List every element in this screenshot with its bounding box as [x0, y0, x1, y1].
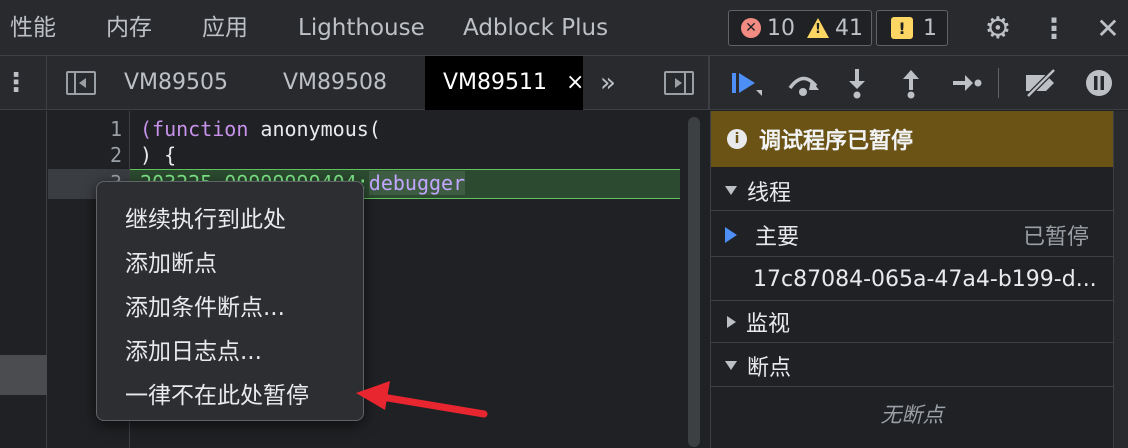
deactivate-breakpoints-icon[interactable]	[1016, 56, 1066, 110]
divider	[998, 68, 999, 98]
current-thread-arrow-icon	[725, 226, 737, 243]
paused-banner: i 调试程序已暂停	[711, 111, 1113, 167]
file-tab-vm89508[interactable]: VM89508	[283, 56, 387, 110]
thread-worker[interactable]: 17c87084-065a-47a4-b199-d...	[711, 259, 1113, 301]
warning-count: 41	[835, 15, 863, 41]
sidebar-scrollbar[interactable]	[1113, 111, 1128, 448]
collapsed-triangle-icon	[727, 315, 736, 328]
toggle-navigator-icon[interactable]	[64, 64, 98, 102]
section-breakpoints-label: 断点	[747, 355, 792, 381]
console-counters[interactable]: ✕ 10 ! 41	[728, 10, 872, 46]
expanded-triangle-icon	[725, 361, 737, 370]
step-into-icon[interactable]	[832, 56, 882, 110]
line-number[interactable]: 2	[48, 143, 122, 167]
code-line-2: ) {	[140, 143, 177, 167]
issues-counter[interactable]: ! 1	[876, 10, 948, 46]
file-tab-label: VM89511	[443, 70, 548, 95]
code-line-1: (function anonymous(	[140, 117, 381, 141]
debugger-statement: debugger	[368, 171, 466, 195]
divider	[46, 56, 47, 110]
line-number[interactable]: 1	[48, 117, 122, 141]
menu-continue-to-here[interactable]: 继续执行到此处	[125, 200, 286, 234]
info-icon: i	[727, 129, 747, 149]
thread-worker-label: 17c87084-065a-47a4-b199-d...	[753, 267, 1097, 292]
gutter-context-menu: 继续执行到此处 添加断点 添加条件断点... 添加日志点... 一律不在此处暂停	[96, 181, 364, 421]
menu-add-conditional-breakpoint[interactable]: 添加条件断点...	[125, 288, 285, 322]
annotation-arrow-icon	[356, 381, 488, 418]
thread-main[interactable]: 主要 已暂停	[711, 213, 1113, 257]
file-tab-vm89505[interactable]: VM89505	[124, 56, 228, 110]
tab-application[interactable]: 应用	[202, 0, 248, 56]
section-breakpoints[interactable]: 断点	[711, 345, 1113, 387]
more-options-icon[interactable]: ⋮	[1034, 8, 1074, 48]
settings-gear-icon[interactable]: ⚙	[978, 8, 1018, 48]
toggle-debugger-icon[interactable]	[662, 64, 696, 102]
menu-never-pause-here[interactable]: 一律不在此处暂停	[125, 376, 309, 410]
step-out-icon[interactable]	[886, 56, 936, 110]
menu-add-logpoint[interactable]: 添加日志点...	[125, 332, 262, 366]
tab-memory[interactable]: 内存	[106, 0, 152, 56]
issue-count: 1	[923, 15, 937, 41]
divider	[708, 56, 710, 110]
resume-icon[interactable]	[720, 56, 770, 110]
step-over-icon[interactable]	[778, 56, 828, 110]
tab-adblock-plus[interactable]: Adblock Plus	[463, 0, 608, 56]
close-devtools-icon[interactable]: ✕	[1088, 8, 1128, 48]
tab-lighthouse[interactable]: Lighthouse	[298, 0, 425, 56]
issue-icon: !	[891, 17, 913, 39]
navigator-sidebar[interactable]	[0, 111, 47, 448]
tab-performance[interactable]: 性能	[10, 0, 56, 56]
navigator-menu-icon[interactable]: ⋮	[3, 64, 29, 102]
menu-add-breakpoint[interactable]: 添加断点	[125, 244, 217, 278]
devtools-top-bar: 性能 内存 应用 Lighthouse Adblock Plus ✕ 10 ! …	[0, 0, 1128, 56]
pause-on-exceptions-icon[interactable]	[1074, 56, 1124, 110]
thread-main-label: 主要	[755, 224, 800, 250]
step-icon[interactable]	[942, 56, 992, 110]
section-threads-label: 线程	[747, 180, 792, 206]
close-tab-icon[interactable]: ×	[566, 70, 584, 95]
no-breakpoints-message: 无断点	[880, 403, 944, 427]
expanded-triangle-icon	[725, 186, 737, 195]
section-watch-label: 监视	[746, 311, 791, 337]
error-count: 10	[767, 15, 795, 41]
file-tab-vm89511-active[interactable]: VM89511 ×	[425, 56, 584, 110]
editor-scrollbar[interactable]	[688, 117, 700, 447]
error-icon: ✕	[741, 18, 761, 38]
section-watch[interactable]: 监视	[711, 301, 1113, 343]
section-threads[interactable]: 线程	[711, 171, 1113, 211]
thread-main-status: 已暂停	[1022, 224, 1089, 250]
paused-message: 调试程序已暂停	[759, 129, 914, 154]
debugger-sidebar: i 调试程序已暂停 线程 主要 已暂停 17c87084-065a-47a4-b…	[710, 111, 1128, 448]
more-tabs-icon[interactable]: »	[600, 56, 616, 110]
warning-icon: !	[807, 18, 829, 38]
navigator-selected-item[interactable]	[0, 355, 47, 395]
